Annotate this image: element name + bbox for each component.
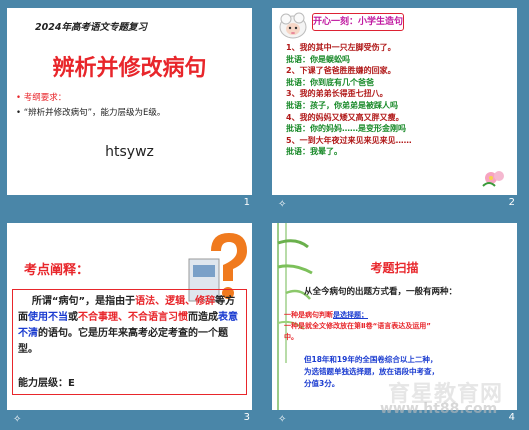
joke-line: 3、我的弟弟长得歪七扭八。 [286, 89, 388, 99]
joke-line: 5、一到大年夜过来见来见来见…… [286, 135, 412, 145]
joke-line: 1、我的其中一只左脚受伤了。 [286, 43, 396, 52]
joke-line: 批语：你是蜈蚣吗 [286, 54, 350, 64]
definition-text: 所谓“病句”，是指由于语法、逻辑、修辞等方面使用不当或不合事理、不合语言习惯而造… [18, 296, 238, 355]
joke-line: 批语：孩子，你弟弟是被踩人吗 [286, 100, 398, 110]
level-text: 能力层级：E [18, 378, 75, 389]
note-line-1: 但18年和19年的全国卷综合以上二种， [304, 355, 438, 364]
slide-thumbnail-1[interactable]: 2024年高考语文专题复习 辨析并修改病句 • 考纲要求： • “辨析并修改病句… [0, 0, 264, 215]
slide-number: 1 [243, 197, 250, 208]
slide-header: 考点阐释： [24, 263, 90, 278]
slide-canvas: 2024年高考语文专题复习 辨析并修改病句 • 考纲要求： • “辨析并修改病句… [7, 8, 252, 195]
slide-title: 辨析并修改病句 [52, 56, 207, 81]
animation-icon[interactable]: ✧ [13, 414, 21, 425]
content-box: 所谓“病句”，是指由于语法、逻辑、修辞等方面使用不当或不合事理、不合语言习惯而造… [12, 289, 247, 395]
slide-canvas: 考点阐释： 所谓“病句”，是指由于语法、逻辑、修辞等方面使用不当或不合事理、不合… [7, 223, 252, 410]
joke-line: 批语：你到底有几个爸爸 [286, 77, 374, 87]
slide-number: 3 [243, 412, 250, 423]
joke-list: 1、我的其中一只左脚受伤了。 批语：你是蜈蚣吗 2、下课了爸爸胜胜嫌的回家。 批语：你… [286, 42, 412, 158]
joke-line: 批语：你的妈妈……是变形金刚吗 [286, 124, 406, 134]
joke-line: 批语：我晕了。 [286, 147, 342, 157]
exam-type-line-1: 一种是病句判断是选择题； [284, 311, 368, 319]
exam-type-line-2: 一种是就全文修改放在第Ⅱ卷“语言表达及运用” [284, 322, 431, 330]
slide-subtitle: 2024年高考语文专题复习 [35, 22, 147, 33]
sheep-icon [279, 12, 307, 39]
slide-subtitle: 从全今病句的出题方式看，一般有两种： [304, 287, 458, 297]
note-line-3: 分值3分。 [304, 379, 340, 388]
joke-line: 4、我的妈妈又矮又高又胖又瘦。 [286, 112, 404, 122]
watermark-url: www.ht88.com [380, 401, 498, 417]
slide-thumbnail-2[interactable]: 开心一刻：小学生造句 1、我的其中一只左脚受伤了。 批语：你是蜈蚣吗 2、下课了爸爸… [265, 0, 529, 215]
joke-line: 2、下课了爸爸胜胜嫌的回家。 [286, 66, 396, 76]
animation-icon[interactable]: ✧ [278, 414, 286, 425]
bullet-level: • “辨析并修改病句”，能力层级为E级。 [16, 108, 166, 118]
exam-type-line-3: 中。 [284, 333, 298, 341]
animation-icon[interactable]: ✧ [278, 199, 286, 210]
slide-number: 2 [508, 197, 515, 208]
slide-title: 考题扫描 [370, 261, 419, 275]
author-text: htsywz [105, 144, 154, 160]
slide-header: 开心一刻：小学生造句 [312, 13, 404, 31]
slide-canvas: 开心一刻：小学生造句 1、我的其中一只左脚受伤了。 批语：你是蜈蚣吗 2、下课了爸爸… [272, 8, 517, 195]
flower-icon [482, 171, 504, 187]
bullet-requirement: • 考纲要求： [16, 93, 67, 103]
slide-thumbnail-3[interactable]: 考点阐释： 所谓“病句”，是指由于语法、逻辑、修辞等方面使用不当或不合事理、不合… [0, 215, 264, 430]
slide-number: 4 [508, 412, 515, 423]
